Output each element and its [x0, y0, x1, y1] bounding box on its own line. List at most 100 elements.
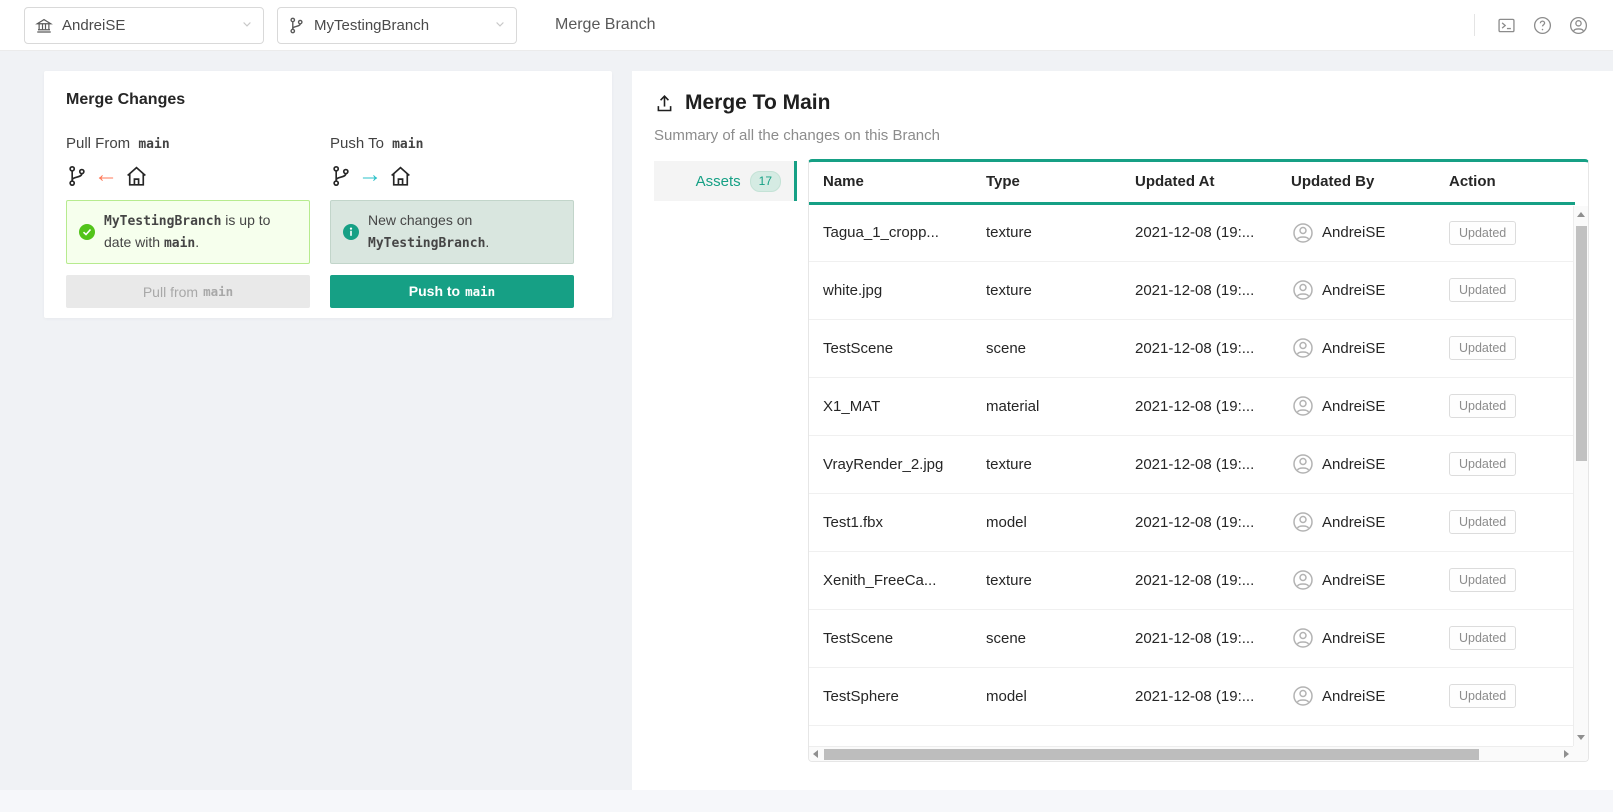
- tab-assets[interactable]: Assets 17: [654, 161, 797, 201]
- pull-alert-branch: MyTestingBranch: [104, 214, 221, 229]
- avatar-icon: [1291, 510, 1315, 534]
- pull-alert-target: main: [164, 236, 195, 251]
- status-badge: Updated: [1449, 221, 1516, 245]
- cell-name: VrayRender_2.jpg: [809, 435, 972, 493]
- assets-table: Name Type Updated At Updated By Action T…: [809, 162, 1575, 726]
- account-icon[interactable]: [1567, 14, 1589, 36]
- cell-updated-by: AndreiSE: [1277, 551, 1435, 609]
- cell-updated-at: 2021-12-08 (19:...: [1121, 435, 1277, 493]
- cell-type: scene: [972, 319, 1121, 377]
- push-label-text: Push To: [330, 135, 384, 152]
- status-badge: Updated: [1449, 684, 1516, 708]
- avatar-icon: [1291, 568, 1315, 592]
- updated-by-name: AndreiSE: [1322, 340, 1385, 357]
- status-badge: Updated: [1449, 452, 1516, 476]
- scroll-right-icon[interactable]: [1564, 750, 1569, 758]
- avatar-icon: [1291, 278, 1315, 302]
- branch-select[interactable]: MyTestingBranch: [277, 7, 517, 44]
- cell-type: texture: [972, 203, 1121, 261]
- cell-type: model: [972, 667, 1121, 725]
- topbar-actions: [1474, 0, 1589, 50]
- help-icon[interactable]: [1531, 14, 1553, 36]
- assets-count-badge: 17: [750, 171, 781, 192]
- table-row: VrayRender_2.jpgtexture2021-12-08 (19:..…: [809, 435, 1575, 493]
- push-label-branch: main: [392, 137, 423, 152]
- merge-to-main-title: Merge To Main: [685, 91, 830, 115]
- status-badge: Updated: [1449, 568, 1516, 592]
- scroll-down-icon[interactable]: [1577, 735, 1585, 740]
- cell-action: Updated: [1435, 493, 1575, 551]
- chevron-down-icon: [241, 18, 253, 33]
- pull-from-main-button[interactable]: Pull from main: [66, 275, 310, 308]
- cell-action: Updated: [1435, 377, 1575, 435]
- table-row: TestScenescene2021-12-08 (19:...AndreiSE…: [809, 319, 1575, 377]
- bank-icon: [35, 17, 53, 35]
- cell-updated-at: 2021-12-08 (19:...: [1121, 493, 1277, 551]
- cell-updated-by: AndreiSE: [1277, 493, 1435, 551]
- content-area: Merge Changes Pull From main: [0, 51, 1613, 790]
- cell-updated-by: AndreiSE: [1277, 261, 1435, 319]
- status-badge: Updated: [1449, 278, 1516, 302]
- status-badge: Updated: [1449, 510, 1516, 534]
- cell-updated-by: AndreiSE: [1277, 203, 1435, 261]
- home-icon: [388, 164, 413, 189]
- horizontal-scroll-thumb[interactable]: [824, 749, 1479, 760]
- pull-label-text: Pull From: [66, 135, 130, 152]
- push-column: Push To main →: [330, 135, 574, 308]
- updated-by-name: AndreiSE: [1322, 630, 1385, 647]
- updated-by-name: AndreiSE: [1322, 398, 1385, 415]
- push-alert-line1: New changes on: [368, 210, 489, 232]
- push-status-text: New changes on MyTestingBranch.: [368, 210, 489, 254]
- cell-name: X1_MAT: [809, 377, 972, 435]
- app-root: AndreiSE MyTestingBranch Merge Branch: [0, 0, 1613, 812]
- scroll-up-icon[interactable]: [1577, 212, 1585, 217]
- table-header-row: Name Type Updated At Updated By Action: [809, 162, 1575, 203]
- scroll-left-icon[interactable]: [813, 750, 818, 758]
- vertical-scroll-thumb[interactable]: [1576, 226, 1587, 461]
- cell-action: Updated: [1435, 203, 1575, 261]
- assets-table-card: Name Type Updated At Updated By Action T…: [808, 159, 1589, 762]
- push-alert-period: .: [485, 234, 489, 250]
- cell-updated-by: AndreiSE: [1277, 609, 1435, 667]
- column-header-name: Name: [809, 162, 972, 203]
- arrow-left-icon: ←: [94, 163, 118, 187]
- table-row: TestSpheremodel2021-12-08 (19:...AndreiS…: [809, 667, 1575, 725]
- push-to-main-button[interactable]: Push to main: [330, 275, 574, 308]
- cell-updated-by: AndreiSE: [1277, 319, 1435, 377]
- table-row: Xenith_FreeCa...texture2021-12-08 (19:..…: [809, 551, 1575, 609]
- table-row: Test1.fbxmodel2021-12-08 (19:...AndreiSE…: [809, 493, 1575, 551]
- merge-to-main-subtitle: Summary of all the changes on this Branc…: [654, 127, 1613, 144]
- avatar-icon: [1291, 626, 1315, 650]
- horizontal-scrollbar[interactable]: [809, 746, 1573, 761]
- cell-name: TestScene: [809, 319, 972, 377]
- branch-icon: [330, 165, 352, 187]
- page-bottom-strip: [0, 790, 1613, 812]
- avatar-icon: [1291, 684, 1315, 708]
- cell-action: Updated: [1435, 435, 1575, 493]
- table-row: X1_MATmaterial2021-12-08 (19:...AndreiSE…: [809, 377, 1575, 435]
- merge-to-main-panel: Merge To Main Summary of all the changes…: [632, 71, 1613, 790]
- cell-action: Updated: [1435, 319, 1575, 377]
- updated-by-name: AndreiSE: [1322, 514, 1385, 531]
- push-alert-branch: MyTestingBranch: [368, 236, 485, 251]
- status-badge: Updated: [1449, 626, 1516, 650]
- cell-action: Updated: [1435, 609, 1575, 667]
- scrollbar-corner: [1573, 746, 1588, 761]
- column-header-action: Action: [1435, 162, 1575, 203]
- push-label: Push To main: [330, 135, 574, 152]
- terminal-icon[interactable]: [1495, 14, 1517, 36]
- table-row: TestScenescene2021-12-08 (19:...AndreiSE…: [809, 609, 1575, 667]
- push-button-label: Push to: [409, 283, 460, 299]
- branch-select-value: MyTestingBranch: [314, 17, 485, 34]
- check-circle-icon: [79, 224, 95, 240]
- chevron-down-icon: [494, 18, 506, 33]
- cell-updated-at: 2021-12-08 (19:...: [1121, 609, 1277, 667]
- home-icon: [124, 164, 149, 189]
- cell-name: TestSphere: [809, 667, 972, 725]
- status-badge: Updated: [1449, 336, 1516, 360]
- pull-label-branch: main: [138, 137, 169, 152]
- workspace-select[interactable]: AndreiSE: [24, 7, 264, 44]
- vertical-scrollbar[interactable]: [1573, 206, 1588, 746]
- updated-by-name: AndreiSE: [1322, 456, 1385, 473]
- cell-action: Updated: [1435, 551, 1575, 609]
